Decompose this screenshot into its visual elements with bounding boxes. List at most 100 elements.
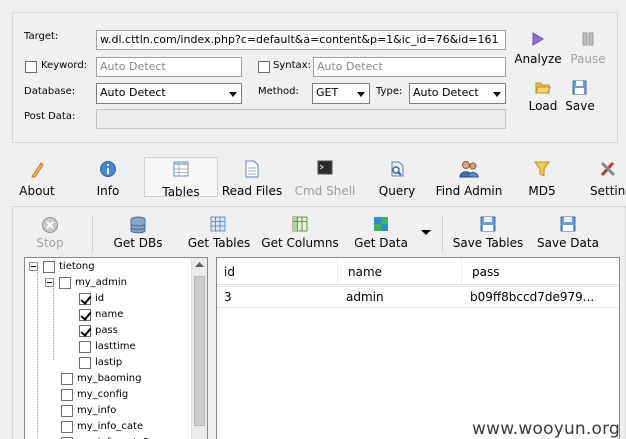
save-tables-label: Save Tables — [452, 236, 524, 250]
post-data-input[interactable] — [96, 109, 506, 129]
play-icon — [532, 32, 544, 46]
database-select[interactable]: Auto Detect — [96, 83, 242, 104]
save-data-button[interactable]: Save Data — [534, 216, 602, 252]
tree-node-label: lasttime — [95, 341, 136, 352]
tab-tables[interactable]: Tables — [144, 157, 218, 199]
grid-cell[interactable]: admin — [346, 290, 446, 304]
collapse-icon[interactable] — [45, 278, 54, 287]
tree-checkbox[interactable] — [79, 293, 91, 305]
target-url-input[interactable]: w.dl.cttln.com/index.php?c=default&a=con… — [96, 30, 506, 50]
grid-header-cell[interactable]: name — [348, 265, 448, 279]
method-select[interactable]: GET — [312, 83, 370, 104]
analyze-button[interactable]: Analyze — [514, 32, 562, 68]
scroll-up-icon[interactable] — [195, 262, 204, 268]
tree-guide — [53, 288, 54, 360]
schema-tree[interactable]: tietong my_admin id name pass lasttime l… — [24, 257, 208, 439]
data-grid[interactable]: id name pass 3 admin b09ff8bccd7de979... — [216, 257, 620, 439]
tree-checkbox[interactable] — [61, 389, 73, 401]
tree-checkbox[interactable] — [79, 309, 91, 321]
syntax-input[interactable]: Auto Detect — [313, 57, 506, 77]
tab-cmd-shell[interactable]: Cmd Shell — [292, 160, 358, 198]
keyword-checkbox[interactable] — [25, 61, 37, 73]
get-dbs-button[interactable]: Get DBs — [110, 216, 166, 252]
get-data-button[interactable]: Get Data — [352, 216, 410, 252]
table-icon — [173, 161, 189, 177]
get-data-dropdown[interactable] — [420, 226, 432, 238]
tree-node-label: name — [95, 309, 124, 320]
columns-icon — [292, 216, 308, 232]
pause-label: Pause — [570, 52, 606, 66]
tab-query-label: Query — [378, 184, 416, 198]
get-data-label: Get Data — [354, 236, 408, 250]
table-grid-icon — [210, 216, 226, 232]
tree-checkbox[interactable] — [61, 421, 73, 433]
watermark: www.wooyun.org — [472, 419, 620, 439]
save-tables-button[interactable]: Save Tables — [450, 216, 526, 252]
floppy-disk-icon — [480, 216, 496, 232]
column-divider — [337, 258, 338, 285]
tab-find-admin[interactable]: Find Admin — [434, 160, 504, 198]
load-button[interactable]: Load — [524, 80, 562, 114]
info-icon — [100, 161, 116, 177]
save-button[interactable]: Save — [562, 80, 598, 114]
get-columns-button[interactable]: Get Columns — [260, 216, 340, 252]
get-tables-button[interactable]: Get Tables — [184, 216, 254, 252]
grid-header-cell[interactable]: id — [224, 265, 324, 279]
scrollbar-thumb[interactable] — [194, 276, 205, 426]
load-label: Load — [528, 99, 558, 113]
tree-checkbox[interactable] — [59, 277, 71, 289]
grid-header-cell[interactable]: pass — [472, 265, 592, 279]
caret-down-icon — [421, 230, 431, 235]
type-select-value: Auto Detect — [413, 86, 479, 99]
keyword-input[interactable]: Auto Detect — [96, 57, 242, 77]
tab-about-label: About — [19, 184, 55, 198]
stop-button[interactable]: Stop — [32, 216, 68, 252]
tree-node-label: id — [95, 293, 105, 304]
grid-cell[interactable]: 3 — [224, 290, 324, 304]
pause-button[interactable]: Pause — [566, 32, 610, 68]
save-data-label: Save Data — [537, 236, 599, 250]
data-grid-icon — [374, 217, 388, 231]
tab-settings-label: Setting — [590, 184, 626, 198]
tab-settings[interactable]: Setting — [586, 160, 626, 198]
chevron-down-icon — [357, 92, 365, 97]
method-select-value: GET — [316, 86, 339, 99]
tab-query[interactable]: Query — [374, 160, 420, 198]
tree-guide — [37, 272, 38, 439]
document-icon — [245, 160, 259, 178]
column-divider — [461, 258, 462, 285]
tree-checkbox[interactable] — [61, 373, 73, 385]
tab-info-label: Info — [96, 184, 120, 198]
tree-checkbox[interactable] — [79, 357, 91, 369]
tree-node-label: my_baoming — [77, 373, 142, 384]
target-label: Target: — [24, 31, 59, 42]
tab-cmd-shell-label: Cmd Shell — [294, 184, 356, 198]
collapse-icon[interactable] — [29, 262, 38, 271]
stop-label: Stop — [36, 236, 64, 250]
grid-cell[interactable]: b09ff8bccd7de979... — [470, 290, 610, 304]
tree-node-label: tietong — [59, 261, 95, 272]
tree-scrollbar[interactable] — [191, 258, 207, 439]
query-icon — [391, 161, 404, 177]
tab-info[interactable]: Info — [86, 160, 130, 198]
tree-checkbox[interactable] — [79, 325, 91, 337]
get-columns-label: Get Columns — [261, 236, 339, 250]
save-label: Save — [565, 99, 595, 113]
pen-icon — [31, 162, 44, 178]
tree-checkbox[interactable] — [79, 341, 91, 353]
tab-about[interactable]: About — [14, 160, 60, 198]
database-label: Database: — [24, 86, 76, 97]
type-select[interactable]: Auto Detect — [409, 83, 506, 104]
tab-tables-label: Tables — [162, 185, 200, 199]
toolbar-divider — [92, 216, 93, 252]
get-tables-label: Get Tables — [187, 236, 251, 250]
syntax-checkbox[interactable] — [258, 61, 270, 73]
keyword-label: Keyword: — [41, 60, 88, 71]
analyze-label: Analyze — [514, 52, 562, 66]
tree-checkbox[interactable] — [61, 405, 73, 417]
tab-read-files[interactable]: Read Files — [220, 160, 284, 198]
tree-checkbox[interactable] — [43, 261, 55, 273]
tree-node-label: my_admin — [75, 277, 127, 288]
syntax-label: Syntax: — [273, 60, 311, 71]
tab-md5[interactable]: MD5 — [522, 160, 562, 198]
